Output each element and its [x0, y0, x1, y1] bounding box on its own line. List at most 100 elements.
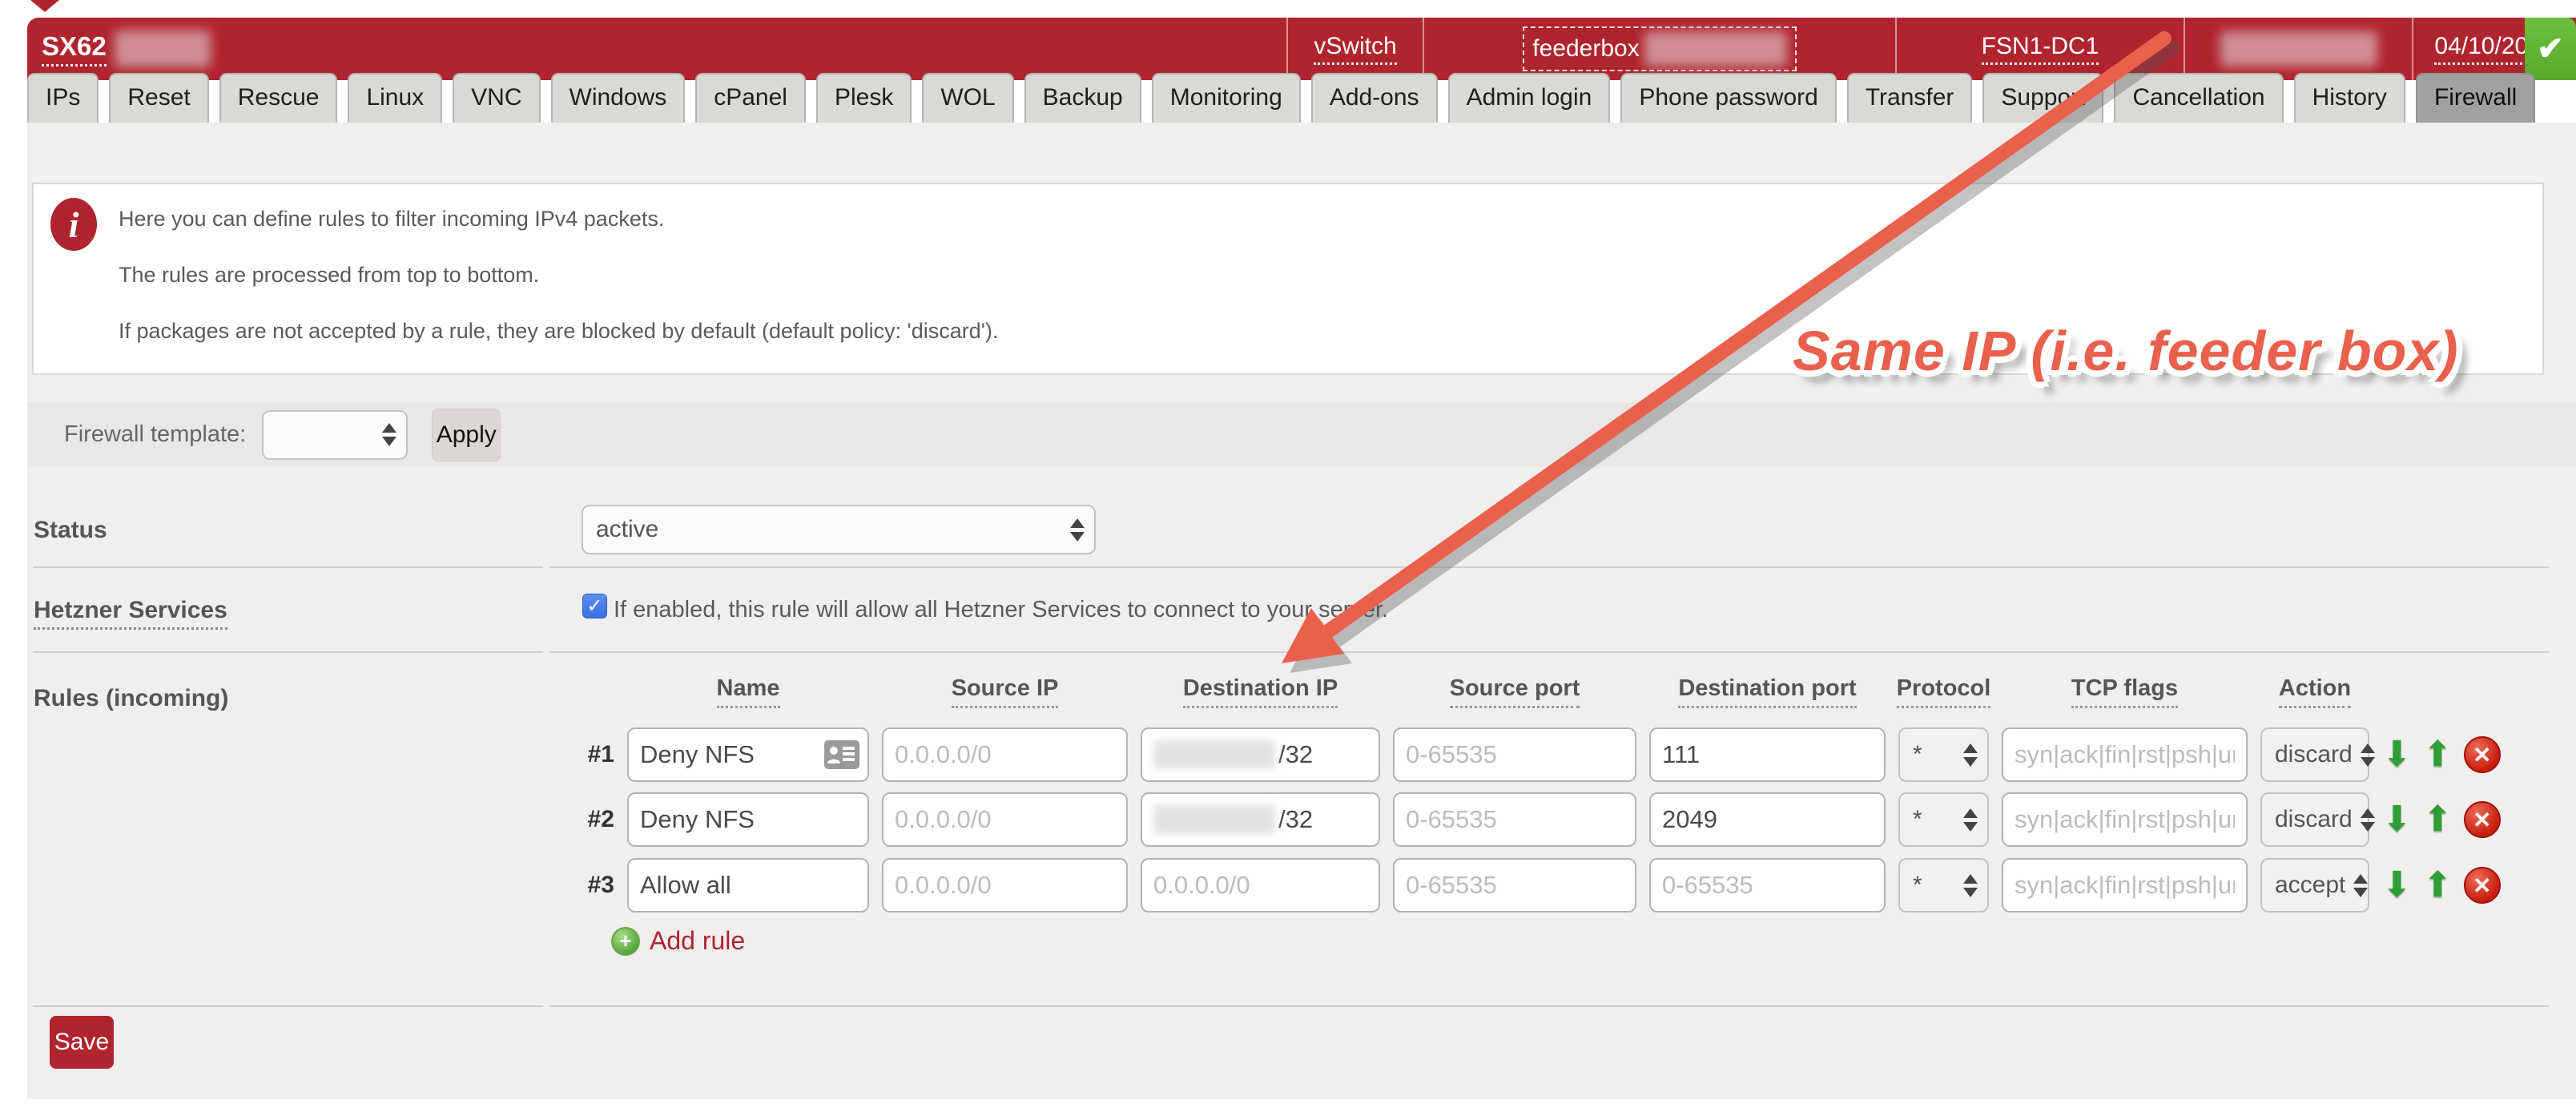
check-icon: ✔ — [2537, 30, 2564, 67]
server-title-group: SX62 — [27, 18, 1286, 80]
tab-vnc[interactable]: VNC — [453, 73, 540, 123]
rule2-name-input[interactable] — [627, 792, 869, 847]
server-type-link[interactable]: SX62 — [42, 31, 107, 66]
rule2-source-port-input[interactable] — [1393, 792, 1636, 847]
rules-header-row: Name Source IP Destination IP Source por… — [565, 675, 2518, 708]
rule-row-3: #3 * accept ⬇ ⬆ ✕ — [565, 858, 2518, 913]
rule3-tcp-flags-input[interactable] — [2002, 858, 2248, 913]
move-up-icon[interactable]: ⬆ — [2423, 868, 2453, 903]
rule1-destination-ip-input[interactable]: /32 — [1141, 727, 1380, 782]
tab-backup[interactable]: Backup — [1024, 73, 1141, 123]
col-header-destination-ip[interactable]: Destination IP — [1183, 675, 1338, 708]
server-name-field[interactable]: feederbox — [1523, 26, 1796, 71]
vswitch-link[interactable]: vSwitch — [1314, 33, 1396, 65]
datacenter-link[interactable]: FSN1-DC1 — [1982, 33, 2099, 65]
rule3-source-ip-input[interactable] — [882, 858, 1128, 913]
redacted-ip-section — [2184, 18, 2412, 80]
rule2-protocol-select[interactable]: * — [1898, 792, 1989, 847]
scroll-marker-triangle — [30, 0, 59, 12]
col-header-action[interactable]: Action — [2279, 675, 2351, 708]
add-rule-button[interactable]: + Add rule — [611, 926, 745, 956]
rule3-destination-port-input[interactable] — [1649, 858, 1886, 913]
redacted-server-name — [1644, 31, 1787, 66]
rule1-destination-port-input[interactable] — [1649, 727, 1886, 782]
rule1-source-port-input[interactable] — [1393, 727, 1636, 782]
tab-firewall[interactable]: Firewall — [2416, 73, 2535, 123]
tab-windows[interactable]: Windows — [551, 73, 686, 123]
tab-admin-login[interactable]: Admin login — [1448, 73, 1611, 123]
redacted-ip-value — [1153, 805, 1275, 834]
rule-row-1: #1 /32 * discard — [565, 727, 2518, 782]
tab-ips[interactable]: IPs — [27, 73, 99, 123]
tab-addons[interactable]: Add-ons — [1311, 73, 1438, 123]
rule2-tcp-flags-input[interactable] — [2002, 792, 2248, 847]
select-arrows-icon — [2361, 743, 2375, 767]
rule2-destination-port-input[interactable] — [1649, 792, 1886, 847]
move-down-icon[interactable]: ⬇ — [2382, 802, 2412, 837]
delete-icon[interactable]: ✕ — [2464, 736, 2501, 773]
tab-cancellation[interactable]: Cancellation — [2114, 73, 2283, 123]
col-header-protocol[interactable]: Protocol — [1897, 675, 1991, 708]
redacted-main-ip — [2220, 31, 2377, 66]
move-up-icon[interactable]: ⬆ — [2423, 737, 2453, 772]
tab-linux[interactable]: Linux — [348, 73, 442, 123]
tab-phone-password[interactable]: Phone password — [1620, 73, 1836, 123]
tab-support[interactable]: Support — [1982, 73, 2103, 123]
datacenter-section: FSN1-DC1 — [1895, 18, 2184, 80]
server-ok-status-button[interactable]: ✔ — [2525, 18, 2576, 80]
annotation-text: Same IP (i.e. feeder box) — [1793, 319, 2459, 383]
rule1-tcp-flags-input[interactable] — [2002, 727, 2248, 782]
tab-bar: IPs Reset Rescue Linux VNC Windows cPane… — [27, 73, 2535, 123]
rule3-name-input[interactable] — [627, 858, 869, 913]
firewall-template-select[interactable] — [262, 410, 408, 460]
col-header-source-port[interactable]: Source port — [1450, 675, 1580, 708]
col-header-name[interactable]: Name — [717, 675, 780, 708]
add-icon: + — [611, 927, 640, 956]
save-button[interactable]: Save — [50, 1016, 114, 1069]
delete-icon[interactable]: ✕ — [2464, 801, 2501, 838]
move-down-icon[interactable]: ⬇ — [2382, 868, 2412, 903]
col-header-tcp-flags[interactable]: TCP flags — [2071, 675, 2178, 708]
status-label: Status — [34, 517, 107, 544]
tab-transfer[interactable]: Transfer — [1847, 73, 1973, 123]
rule1-protocol-select[interactable]: * — [1898, 727, 1989, 782]
move-up-icon[interactable]: ⬆ — [2423, 802, 2453, 837]
rule2-destination-ip-input[interactable]: /32 — [1141, 792, 1380, 847]
tab-monitoring[interactable]: Monitoring — [1152, 73, 1301, 123]
tab-history[interactable]: History — [2294, 73, 2405, 123]
select-arrows-icon — [2353, 874, 2368, 897]
select-arrows-icon — [1963, 743, 1978, 767]
tab-wol[interactable]: WOL — [922, 73, 1013, 123]
rule3-source-port-input[interactable] — [1393, 858, 1636, 913]
move-down-icon[interactable]: ⬇ — [2382, 737, 2412, 772]
hetzner-services-checkbox[interactable]: ✓ — [582, 594, 607, 618]
contact-card-icon[interactable] — [824, 740, 859, 773]
tab-rescue[interactable]: Rescue — [219, 73, 338, 123]
firewall-template-label: Firewall template: — [64, 421, 246, 448]
hetzner-services-text: If enabled, this rule will allow all Het… — [614, 597, 1388, 623]
col-header-destination-port[interactable]: Destination port — [1678, 675, 1856, 708]
delete-icon[interactable]: ✕ — [2464, 867, 2501, 904]
tab-cpanel[interactable]: cPanel — [695, 73, 806, 123]
row-divider — [549, 566, 2549, 568]
rule3-destination-ip-input[interactable] — [1141, 858, 1380, 913]
server-header-bar: SX62 vSwitch feederbox FSN1-DC1 04/10/20… — [27, 18, 2576, 80]
rule2-source-ip-input[interactable] — [882, 792, 1128, 847]
status-select[interactable]: active — [582, 505, 1096, 554]
rule3-action-select[interactable]: accept — [2260, 858, 2369, 913]
tab-reset[interactable]: Reset — [109, 73, 208, 123]
server-name-section: feederbox — [1423, 18, 1895, 80]
rule1-action-select[interactable]: discard — [2260, 727, 2369, 782]
select-arrows-icon — [1963, 808, 1978, 832]
row-divider — [33, 566, 543, 568]
rule3-protocol-select[interactable]: * — [1898, 858, 1989, 913]
firewall-template-row: Firewall template: Apply — [27, 402, 2576, 467]
row-divider — [549, 1005, 2549, 1007]
rules-incoming-label: Rules (incoming) — [34, 685, 228, 712]
apply-button[interactable]: Apply — [432, 409, 501, 461]
col-header-source-ip[interactable]: Source IP — [952, 675, 1059, 708]
tab-plesk[interactable]: Plesk — [816, 73, 912, 123]
rule2-action-select[interactable]: discard — [2260, 792, 2369, 847]
rule1-source-ip-input[interactable] — [882, 727, 1128, 782]
select-arrows-icon — [382, 423, 396, 446]
